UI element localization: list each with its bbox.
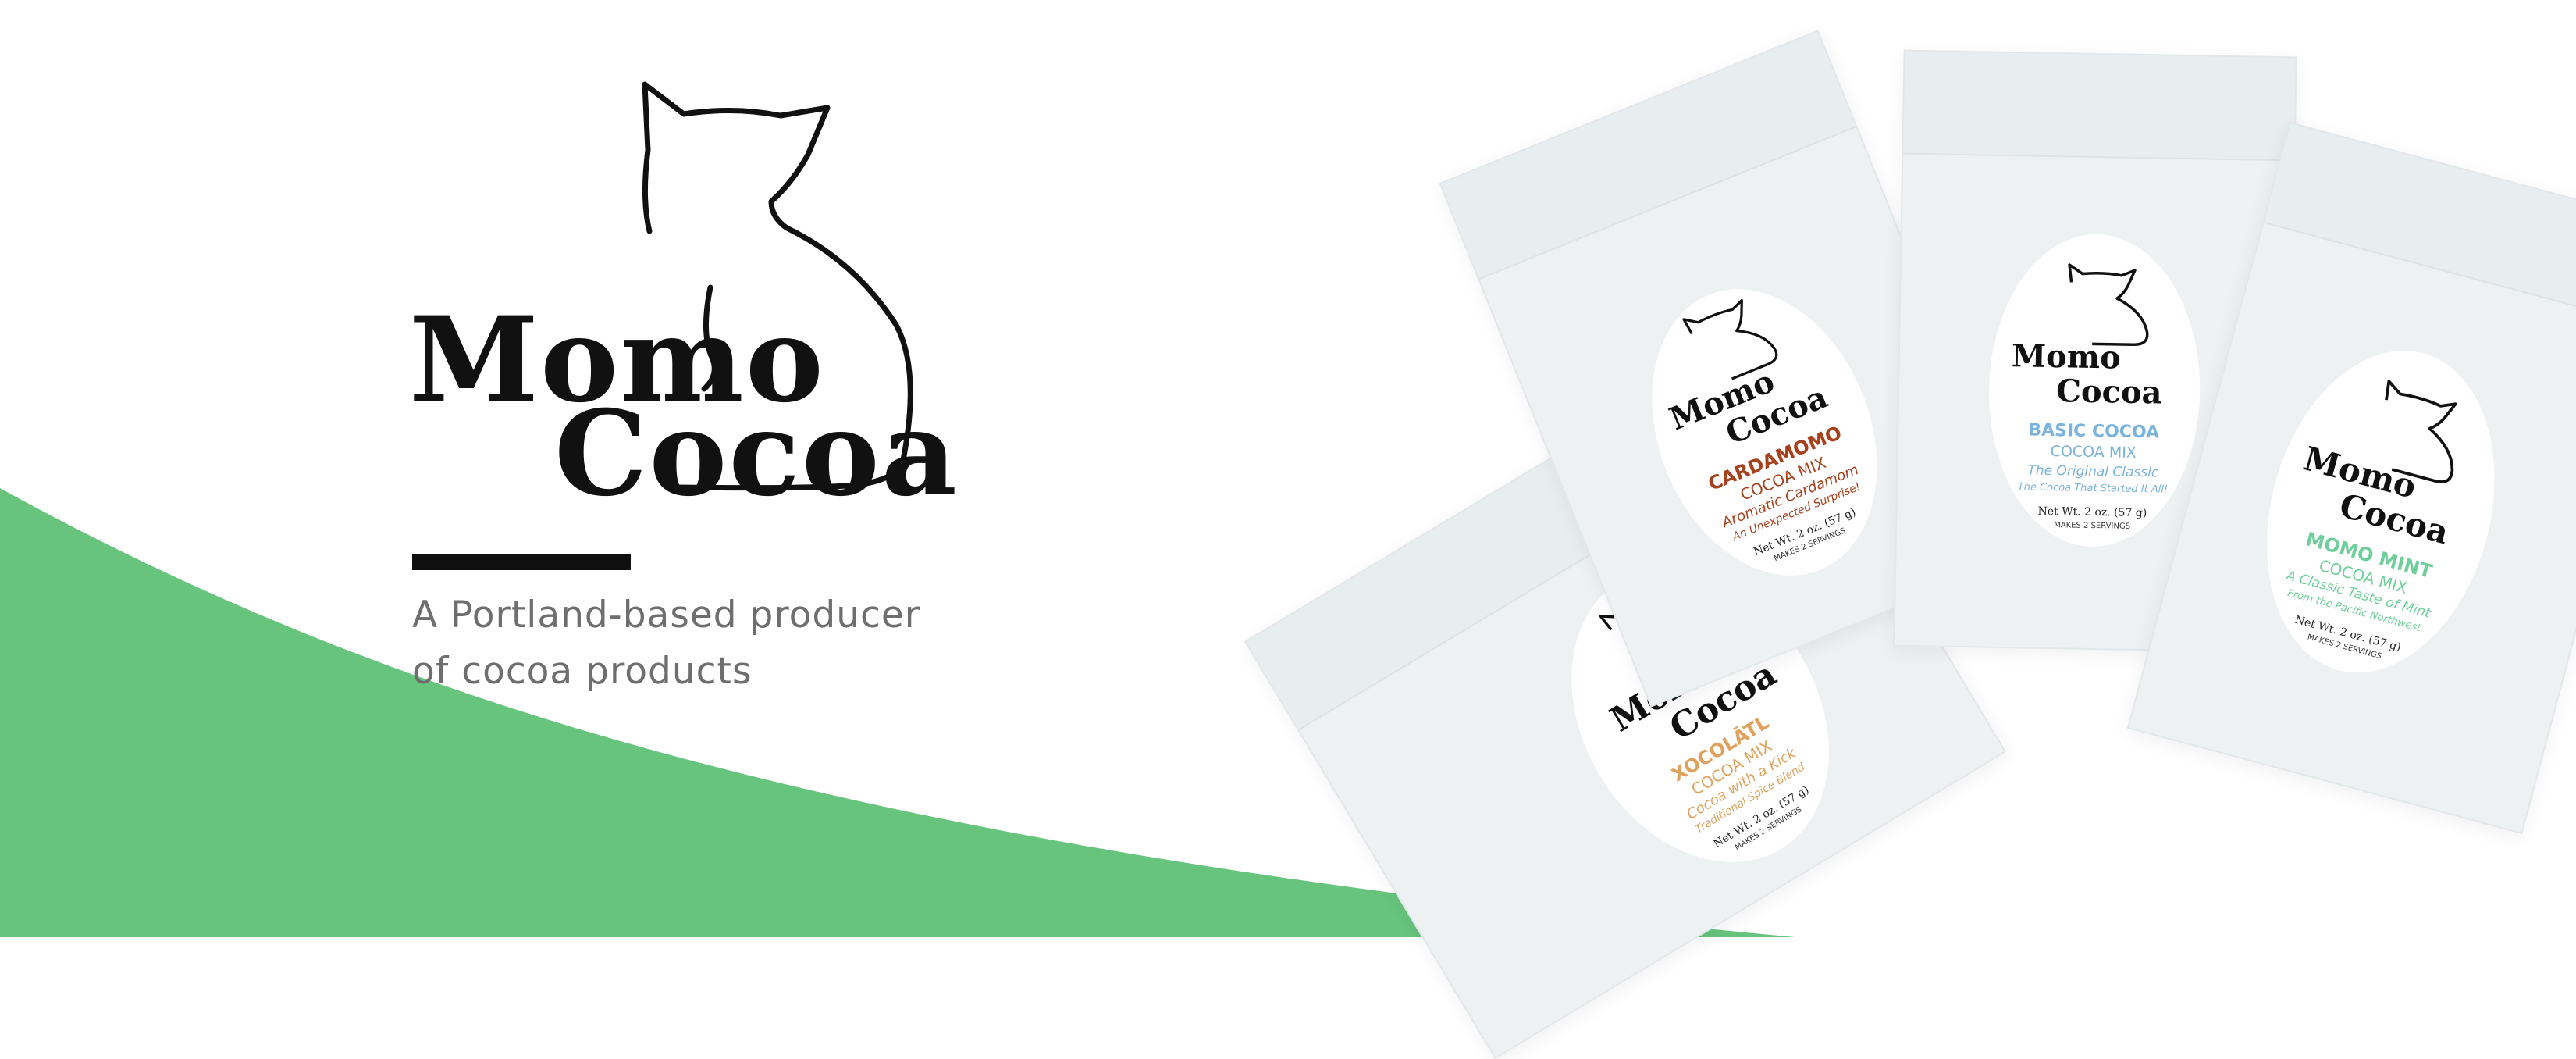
tagline-line-2: of cocoa products [412,650,753,693]
brand-word-cocoa: Cocoa [554,385,959,522]
tagline-line-1: A Portland-based producer [412,594,921,636]
flavor-subtitle: The Cocoa That Started It All! [2017,481,2169,496]
pouch-seal [1903,51,2296,162]
servings: MAKES 2 SERVINGS [2054,521,2131,531]
product-label: Momo Cocoa CARDAMOMO COCOA MIX Aromatic … [1611,255,1918,610]
brand-logo[interactable]: Momo Cocoa [406,75,957,512]
product-label: Momo Cocoa BASIC COCOA COCOA MIX The Ori… [1986,232,2203,549]
flavor-name: BASIC COCOA [2028,420,2160,443]
product-label: Momo Cocoa MOMO MINT COCOA MIX A Classic… [2233,325,2529,699]
label-word-cocoa: Cocoa [2055,373,2162,412]
cat-silhouette-icon [2068,263,2149,347]
flavor-description: The Original Classic [2027,462,2159,481]
label-word-momo: Momo [2011,337,2122,376]
mix-label: COCOA MIX [2050,443,2137,462]
divider-rule [412,554,631,570]
net-weight: Net Wt. 2 oz. (57 g) [2037,505,2147,520]
tagline: A Portland-based producer of cocoa produ… [412,587,1005,700]
